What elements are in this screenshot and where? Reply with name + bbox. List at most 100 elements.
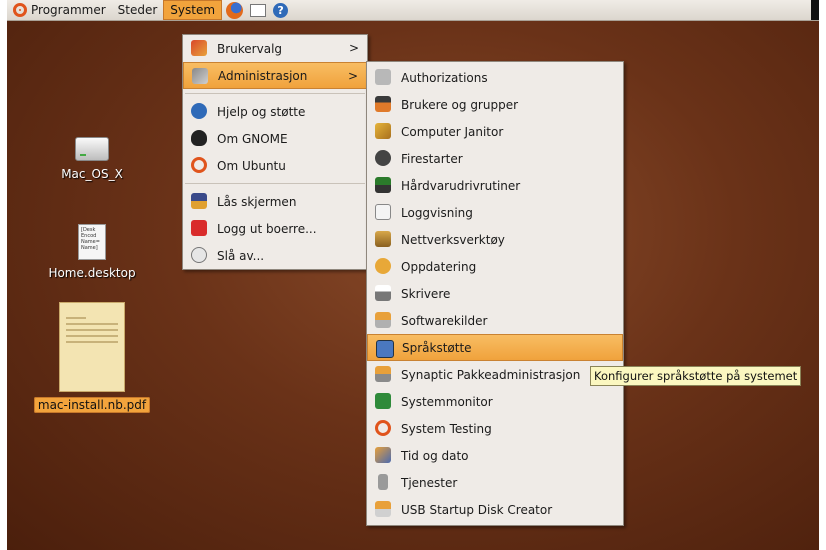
admin-item-computer-janitor[interactable]: Computer Janitor bbox=[367, 118, 623, 145]
ubuntu-logo-icon bbox=[191, 157, 207, 173]
synaptic-icon bbox=[375, 366, 391, 382]
broom-icon bbox=[375, 123, 391, 139]
menu-item-label: Administrasjon bbox=[218, 68, 308, 83]
panel-edge bbox=[811, 0, 819, 20]
firewall-icon bbox=[375, 150, 391, 166]
menu-item-label: Computer Janitor bbox=[401, 124, 504, 139]
log-viewer-icon bbox=[375, 204, 391, 220]
menu-item-label: Skrivere bbox=[401, 286, 451, 301]
menu-programmer-label: Programmer bbox=[31, 3, 106, 17]
menu-item-label: Softwarekilder bbox=[401, 313, 488, 328]
admin-item-firestarter[interactable]: Firestarter bbox=[367, 145, 623, 172]
admin-item-tjenester[interactable]: Tjenester bbox=[367, 469, 623, 496]
menu-item-om-gnome[interactable]: Om GNOME bbox=[183, 125, 367, 152]
submenu-arrow-icon: > bbox=[347, 69, 358, 83]
menu-item-label: Systemmonitor bbox=[401, 394, 493, 409]
help-icon[interactable]: ? bbox=[273, 2, 289, 18]
desktop-icon-label: mac-install.nb.pdf bbox=[33, 397, 151, 413]
menu-item-label: Hårdvarudrivrutiner bbox=[401, 178, 521, 193]
admin-item-skrivere[interactable]: Skrivere bbox=[367, 280, 623, 307]
menu-item-label: USB Startup Disk Creator bbox=[401, 502, 553, 517]
menu-item-label: Om GNOME bbox=[217, 131, 288, 146]
menu-item-logg-ut[interactable]: Logg ut boerre... bbox=[183, 215, 367, 242]
admin-item-authorizations[interactable]: Authorizations bbox=[367, 64, 623, 91]
menu-item-las-skjermen[interactable]: Lås skjermen bbox=[183, 188, 367, 215]
usb-creator-icon bbox=[375, 501, 391, 517]
admin-item-system-testing[interactable]: System Testing bbox=[367, 415, 623, 442]
admin-item-softwarekilder[interactable]: Softwarekilder bbox=[367, 307, 623, 334]
services-icon bbox=[378, 474, 388, 490]
system-menu: Brukervalg > Administrasjon > Hjelp og s… bbox=[182, 34, 368, 270]
help-icon bbox=[191, 103, 207, 119]
gnome-foot-icon bbox=[191, 130, 207, 146]
menu-item-om-ubuntu[interactable]: Om Ubuntu bbox=[183, 152, 367, 179]
menu-item-label: Nettverksverktøy bbox=[401, 232, 505, 247]
menu-programmer[interactable]: Programmer bbox=[7, 0, 112, 20]
top-panel: Programmer Steder System ? bbox=[7, 0, 819, 21]
admin-item-tid-og-dato[interactable]: Tid og dato bbox=[367, 442, 623, 469]
desktop-icon-label: Mac_OS_X bbox=[61, 167, 123, 181]
mail-icon[interactable] bbox=[250, 3, 267, 17]
menu-item-label: Brukervalg bbox=[217, 41, 283, 56]
admin-item-synaptic[interactable]: Synaptic Pakkeadministrasjon bbox=[367, 361, 623, 388]
menu-item-label: Logg ut boerre... bbox=[217, 221, 317, 236]
menu-item-sla-av[interactable]: Slå av... bbox=[183, 242, 367, 269]
admin-item-brukere[interactable]: Brukere og grupper bbox=[367, 91, 623, 118]
preferences-icon bbox=[191, 40, 207, 56]
menu-separator bbox=[185, 93, 365, 94]
menu-item-label: Oppdatering bbox=[401, 259, 477, 274]
menu-system[interactable]: System bbox=[163, 0, 223, 20]
firefox-icon[interactable] bbox=[226, 1, 244, 19]
hardware-driver-icon bbox=[375, 177, 391, 193]
menu-item-hjelp[interactable]: Hjelp og støtte bbox=[183, 98, 367, 125]
menu-item-label: Loggvisning bbox=[401, 205, 473, 220]
power-icon bbox=[191, 247, 207, 263]
desktop-icon-label: Home.desktop bbox=[48, 266, 136, 280]
menu-item-label: Slå av... bbox=[217, 248, 265, 263]
software-sources-icon bbox=[375, 312, 391, 328]
keys-icon bbox=[375, 69, 391, 85]
menu-item-label: Språkstøtte bbox=[402, 340, 472, 355]
menu-item-brukervalg[interactable]: Brukervalg > bbox=[183, 35, 367, 62]
menu-item-label: Synaptic Pakkeadministrasjon bbox=[401, 367, 581, 382]
menu-item-label: Tjenester bbox=[401, 475, 458, 490]
pdf-thumbnail-icon bbox=[59, 302, 125, 392]
menu-item-label: Tid og dato bbox=[401, 448, 469, 463]
ubuntu-logo-icon bbox=[375, 420, 391, 436]
menu-steder-label: Steder bbox=[117, 3, 158, 17]
admin-item-sprakstotte[interactable]: Språkstøtte bbox=[367, 334, 623, 361]
time-date-icon bbox=[375, 447, 391, 463]
menu-item-label: Hjelp og støtte bbox=[217, 104, 306, 119]
admin-item-oppdatering[interactable]: Oppdatering bbox=[367, 253, 623, 280]
printer-icon bbox=[375, 285, 391, 301]
menu-item-label: Lås skjermen bbox=[217, 194, 297, 209]
menu-item-label: Om Ubuntu bbox=[217, 158, 286, 173]
desktop-icon-home-desktop[interactable]: [Desk Encod Name= Name] Home.desktop bbox=[40, 224, 144, 280]
admin-item-hardvare[interactable]: Hårdvarudrivrutiner bbox=[367, 172, 623, 199]
system-monitor-icon bbox=[375, 393, 391, 409]
desktop-icon-mac-os-x[interactable]: Mac_OS_X bbox=[52, 137, 132, 181]
admin-item-usb-creator[interactable]: USB Startup Disk Creator bbox=[367, 496, 623, 523]
menu-separator bbox=[185, 183, 365, 184]
desktop-file-icon: [Desk Encod Name= Name] bbox=[78, 224, 106, 260]
submenu-arrow-icon: > bbox=[348, 41, 359, 55]
desktop-icon-pdf[interactable]: mac-install.nb.pdf bbox=[30, 302, 154, 413]
menu-item-label: Brukere og grupper bbox=[401, 97, 519, 112]
menu-system-label: System bbox=[170, 3, 216, 17]
lock-screen-icon bbox=[191, 193, 207, 209]
menu-steder[interactable]: Steder bbox=[112, 0, 164, 20]
admin-item-nettverksverktoy[interactable]: Nettverksverktøy bbox=[367, 226, 623, 253]
menu-item-label: Authorizations bbox=[401, 70, 488, 85]
language-support-icon bbox=[376, 340, 394, 358]
users-groups-icon bbox=[375, 96, 391, 112]
administration-submenu: Authorizations Brukere og grupper Comput… bbox=[366, 61, 624, 526]
logout-icon bbox=[191, 220, 207, 236]
ubuntu-logo-icon bbox=[13, 3, 27, 17]
administration-icon bbox=[192, 68, 208, 84]
admin-item-loggvisning[interactable]: Loggvisning bbox=[367, 199, 623, 226]
menu-item-administrasjon[interactable]: Administrasjon > bbox=[183, 62, 367, 89]
menu-item-label: Firestarter bbox=[401, 151, 463, 166]
network-tools-icon bbox=[375, 231, 391, 247]
hard-drive-icon bbox=[75, 137, 109, 161]
admin-item-systemmonitor[interactable]: Systemmonitor bbox=[367, 388, 623, 415]
